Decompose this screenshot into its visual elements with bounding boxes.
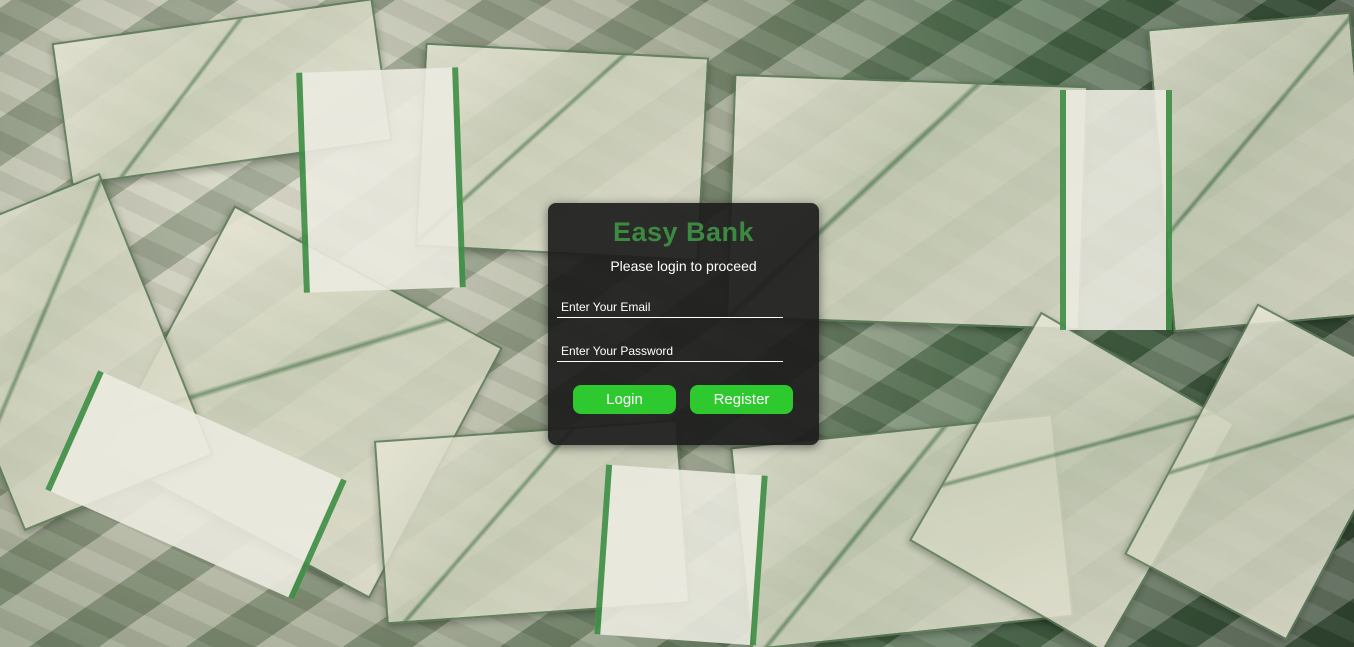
- app-title: Easy Bank: [612, 217, 755, 247]
- email-input[interactable]: [557, 296, 783, 318]
- background-money-band: [1060, 90, 1172, 330]
- login-button[interactable]: Login: [573, 385, 676, 414]
- background-money-band: [296, 67, 466, 293]
- background-money-band: [594, 464, 768, 646]
- password-input[interactable]: [557, 340, 783, 362]
- register-button[interactable]: Register: [690, 385, 793, 414]
- login-subtitle: Please login to proceed: [610, 258, 757, 274]
- background-bill: [1147, 11, 1354, 333]
- login-card: Easy Bank Please login to proceed Login …: [548, 203, 819, 445]
